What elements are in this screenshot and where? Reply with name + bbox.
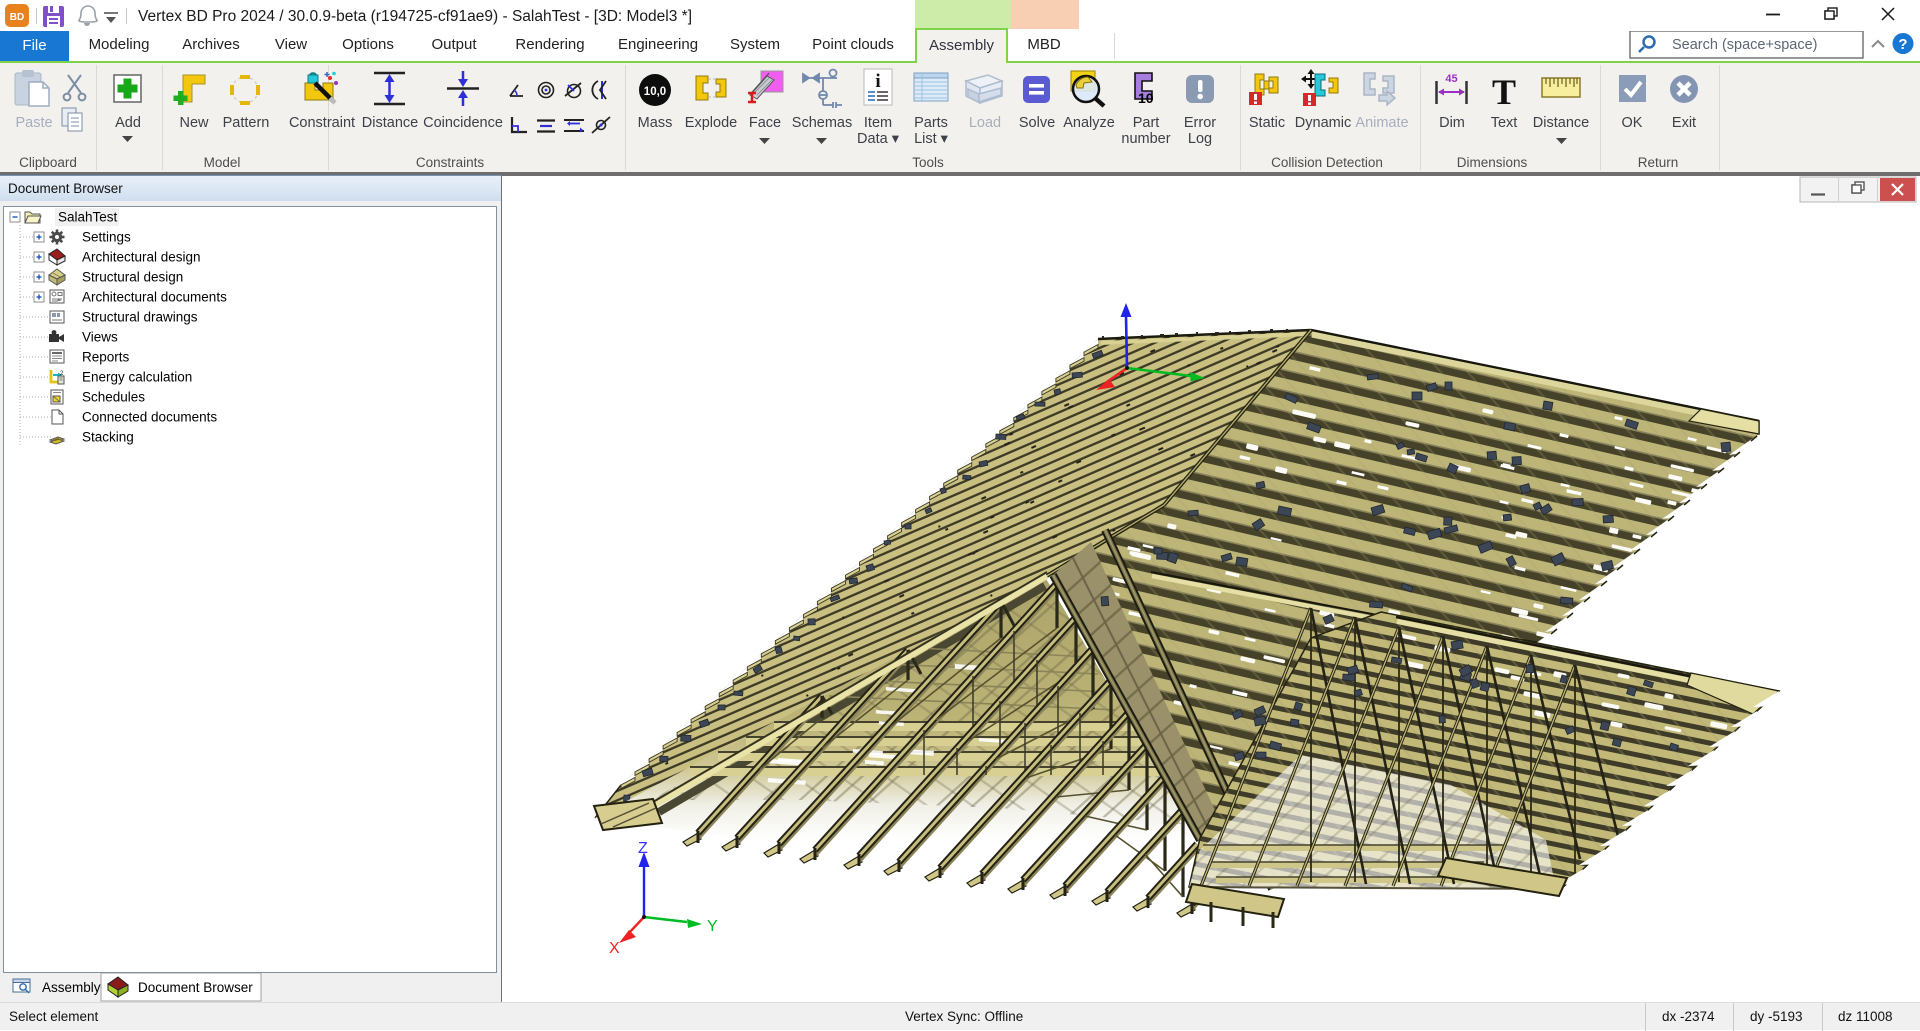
svg-text:10,0: 10,0 (644, 86, 666, 98)
svg-text:Vertex BD Pro 2024 / 30.0.9-be: Vertex BD Pro 2024 / 30.0.9-beta (r19472… (138, 8, 692, 25)
svg-text:i: i (875, 71, 880, 92)
svg-text:45: 45 (1445, 73, 1457, 85)
svg-text:BD: BD (10, 12, 24, 23)
svg-text:Search (space+space): Search (space+space) (1672, 37, 1817, 53)
svg-text:T: T (1492, 72, 1516, 112)
svg-text:?: ? (1898, 36, 1907, 53)
svg-text:10: 10 (1138, 90, 1154, 106)
svg-text:Y: Y (707, 918, 718, 935)
svg-text:Z: Z (638, 840, 648, 857)
svg-text:X: X (609, 940, 620, 957)
svg-text:Document Browser: Document Browser (138, 980, 253, 995)
svg-text:Assembly: Assembly (42, 980, 101, 995)
